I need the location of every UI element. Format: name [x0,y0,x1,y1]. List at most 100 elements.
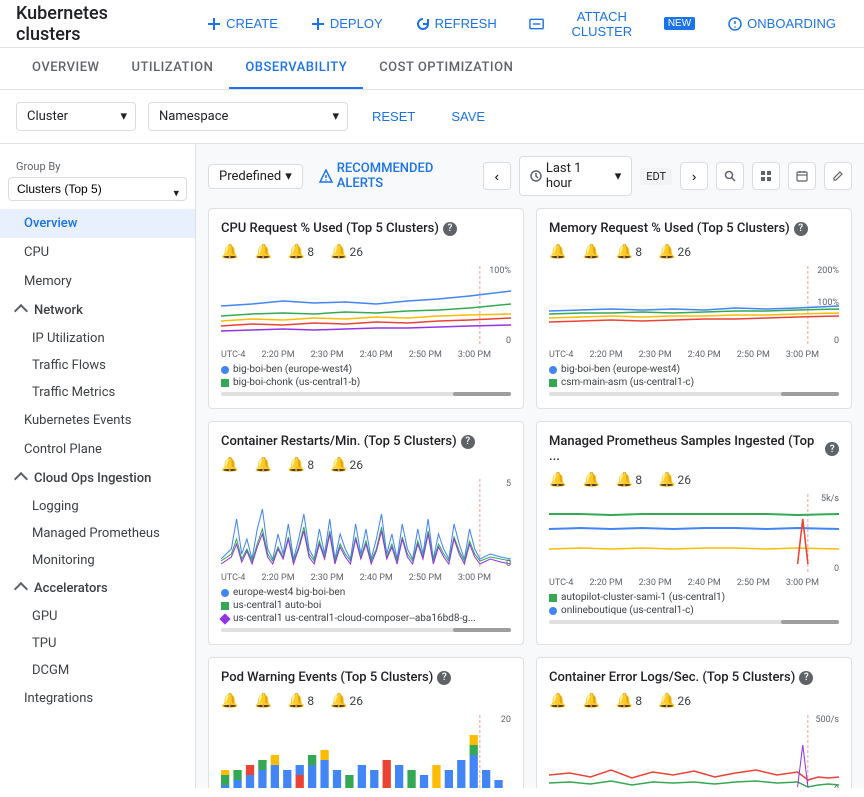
error-logs-alert-3: 🔔8 [616,693,642,709]
bell-icon: 🔔 [221,244,238,260]
cpu-legend: big-boi-ben (europe-west4) big-boi-chonk… [221,364,511,388]
sidebar-item-dcgm[interactable]: DCGM [0,657,195,684]
pod-warning-chart-area: 20 0 [221,715,511,788]
recommended-alerts-button[interactable]: RECOMMENDED ALERTS [319,161,483,191]
error-logs-chart-area: 500/s 0 [549,715,839,788]
sidebar-item-traffic-metrics[interactable]: Traffic Metrics [0,379,195,406]
sidebar-item-integrations[interactable]: Integrations [0,684,195,713]
group-by-select[interactable]: Clusters (Top 5) [8,177,187,201]
sidebar-item-monitoring[interactable]: Monitoring [0,547,195,574]
cpu-alert-4: 🔔26 [330,244,363,260]
error-logs-info-icon[interactable]: ? [799,671,813,685]
prev-time-button[interactable]: ‹ [483,162,511,190]
predefined-arrow-icon: ▾ [285,169,292,184]
memory-alert-1: 🔔 [549,244,566,260]
prometheus-alert-2: 🔔 [582,472,599,488]
bell-icon: 🔔 [549,472,566,488]
sidebar-item-logging[interactable]: Logging [0,493,195,520]
bell-icon: 🔔 [582,472,599,488]
refresh-button[interactable]: REFRESH [403,10,509,38]
sidebar-section-cloud-ops[interactable]: Cloud Ops Ingestion [0,464,195,493]
memory-y-max: 200% [817,266,839,276]
sidebar-item-gpu[interactable]: GPU [0,603,195,630]
deploy-button[interactable]: DEPLOY [298,10,395,38]
pod-warning-info-icon[interactable]: ? [437,671,451,685]
pod-warning-alert-3: 🔔8 [288,693,314,709]
cpu-legend-color-2 [221,379,229,387]
cpu-alert-row: 🔔 🔔 🔔8 🔔26 [221,244,511,260]
tab-cost-optimization[interactable]: COST OPTIMIZATION [363,48,529,89]
layout-button[interactable] [752,162,780,190]
sidebar-section-network[interactable]: Network [0,296,195,325]
memory-alert-row: 🔔 🔔 🔔8 🔔26 [549,244,839,260]
sidebar-item-tpu[interactable]: TPU [0,630,195,657]
chart-pod-warning: Pod Warning Events (Top 5 Clusters) ? 🔔 … [208,657,524,788]
namespace-select[interactable]: Namespace ▾ [148,102,348,131]
bell-icon: 🔔 [616,244,633,260]
restarts-alert-1: 🔔 [221,457,238,473]
sidebar-item-overview[interactable]: Overview [0,209,195,238]
bell-icon: 🔔 [549,244,566,260]
next-time-button[interactable]: › [680,162,708,190]
prometheus-info-icon[interactable]: ? [825,442,839,456]
cluster-select[interactable]: Cluster ▾ [16,102,136,131]
search-time-button[interactable] [716,162,744,190]
onboarding-button[interactable]: ONBOARDING [715,10,848,38]
main-layout: Group By Clusters (Top 5) ▾ Overview CPU… [0,144,864,788]
cpu-y-min: 0 [506,336,511,346]
restarts-legend-color-2 [221,602,229,610]
prometheus-y-min: 0 [834,564,839,574]
error-logs-alert-row: 🔔 🔔 🔔8 🔔26 [549,693,839,709]
restarts-alert-3: 🔔8 [288,457,314,473]
memory-info-icon[interactable]: ? [794,222,808,236]
time-range-button[interactable]: Last 1 hour ▾ [519,156,632,196]
sidebar-item-control-plane[interactable]: Control Plane [0,435,195,464]
accelerators-chevron-icon [14,581,28,595]
pod-warning-alert-row: 🔔 🔔 🔔8 🔔26 [221,693,511,709]
bell-icon: 🔔 [288,457,305,473]
error-logs-alert-4: 🔔26 [658,693,691,709]
restarts-info-icon[interactable]: ? [461,435,475,449]
bell-icon: 🔔 [658,693,675,709]
memory-legend-color-1 [549,366,557,374]
bell-icon: 🔔 [221,457,238,473]
memory-alert-3: 🔔8 [616,244,642,260]
sidebar-item-kubernetes-events[interactable]: Kubernetes Events [0,406,195,435]
network-chevron-icon [14,303,28,317]
tab-overview[interactable]: OVERVIEW [16,48,115,89]
sidebar-item-traffic-flows[interactable]: Traffic Flows [0,352,195,379]
predefined-button[interactable]: Predefined ▾ [208,164,303,189]
bell-icon: 🔔 [582,693,599,709]
content-topbar: Predefined ▾ RECOMMENDED ALERTS ‹ Last 1… [208,156,852,196]
pod-warning-alert-1: 🔔 [221,693,238,709]
memory-chart-area: 200% 100% 0 [549,266,839,346]
pod-warning-y-max: 20 [501,715,511,725]
restarts-y-max: 5 [506,479,511,489]
bell-icon: 🔔 [549,693,566,709]
edit-button[interactable] [824,162,852,190]
chart-managed-prometheus: Managed Prometheus Samples Ingested (Top… [536,421,852,645]
reset-button[interactable]: RESET [360,103,427,130]
sidebar-section-accelerators[interactable]: Accelerators [0,574,195,603]
memory-y-min: 0 [834,336,839,346]
tab-observability[interactable]: OBSERVABILITY [229,48,363,89]
restarts-time-axis: UTC-4 2:20 PM 2:30 PM 2:40 PM 2:50 PM 3:… [221,573,511,583]
tab-utilization[interactable]: UTILIZATION [115,48,229,89]
calendar-button[interactable] [788,162,816,190]
cpu-info-icon[interactable]: ? [443,222,457,236]
save-button[interactable]: SAVE [439,103,497,130]
chart-cpu-request: CPU Request % Used (Top 5 Clusters) ? 🔔 … [208,208,524,409]
restarts-alert-2: 🔔 [254,457,271,473]
cpu-alert-1: 🔔 [221,244,238,260]
cpu-time-axis: UTC-4 2:20 PM 2:30 PM 2:40 PM 2:50 PM 3:… [221,350,511,360]
cloud-ops-chevron-icon [14,471,28,485]
restarts-legend-color-3 [219,613,230,624]
cpu-chart-area: 100% 0 [221,266,511,346]
sidebar-item-memory[interactable]: Memory [0,267,195,296]
sidebar-item-ip-utilization[interactable]: IP Utilization [0,325,195,352]
attach-cluster-button[interactable]: ATTACH CLUSTER NEW [517,3,707,45]
sidebar-item-cpu[interactable]: CPU [0,238,195,267]
sidebar-item-managed-prometheus[interactable]: Managed Prometheus [0,520,195,547]
error-logs-alert-1: 🔔 [549,693,566,709]
create-button[interactable]: CREATE [194,10,290,38]
